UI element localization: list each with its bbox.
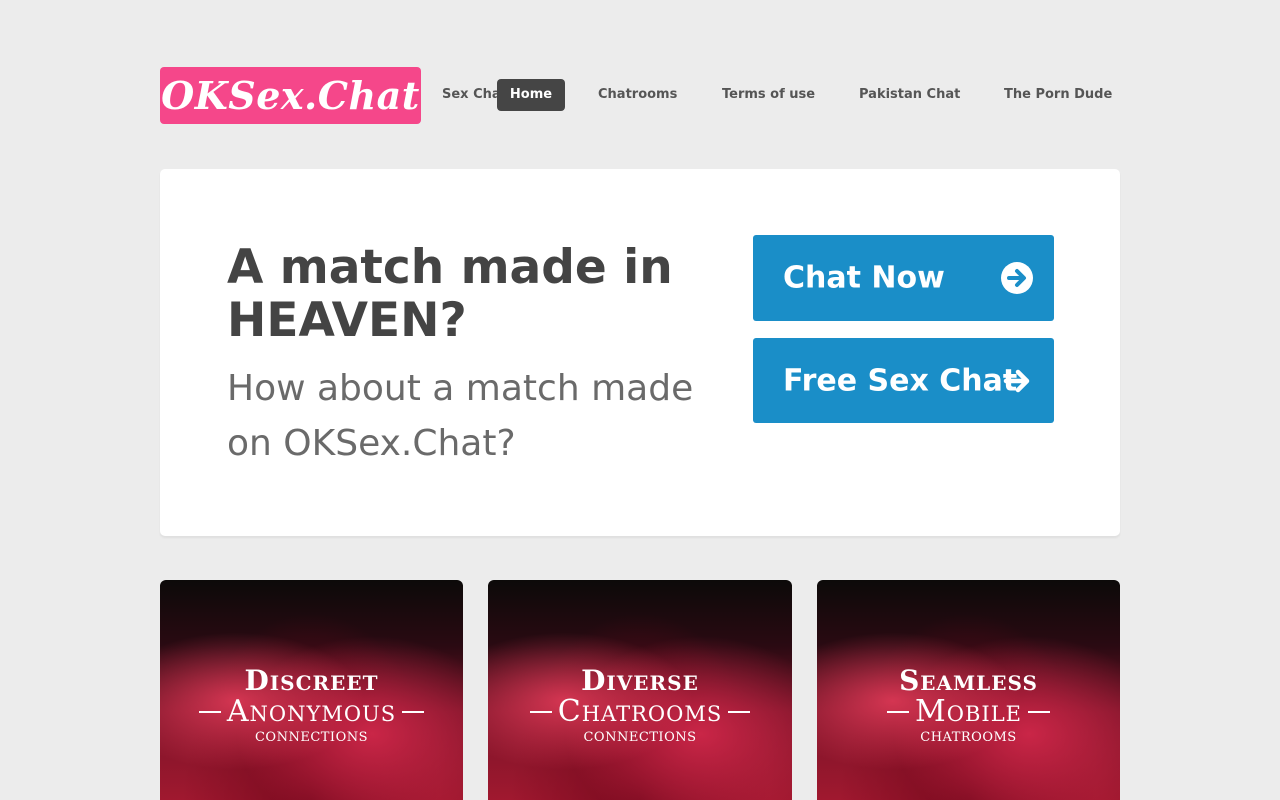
- feature-tile-diverse[interactable]: Diverse Chatrooms connections: [488, 580, 792, 800]
- nav-sex-chat[interactable]: Sex Chat: [442, 79, 500, 111]
- divider: [198, 711, 221, 713]
- tile-caption: Seamless Mobile chatrooms: [817, 666, 1120, 746]
- arrow-right-circle-icon: [1001, 262, 1033, 294]
- nav-the-porn-dude[interactable]: The Porn Dude: [1004, 79, 1112, 111]
- tile-line3: chatrooms: [920, 730, 1017, 745]
- tile-line2: Chatrooms: [488, 696, 792, 728]
- nav-chatrooms[interactable]: Chatrooms: [598, 79, 677, 111]
- hero-subtitle: How about a match made on OKSex.Chat?: [227, 368, 694, 464]
- feature-tile-discreet[interactable]: Discreet Anonymous connections: [160, 580, 463, 800]
- arrow-right-icon: [1003, 369, 1030, 392]
- tile-line1: Seamless: [899, 664, 1038, 697]
- tile-line1: Discreet: [244, 664, 379, 697]
- tile-line2: Mobile: [817, 696, 1120, 728]
- tile-caption: Discreet Anonymous connections: [160, 666, 463, 746]
- nav-terms-of-use[interactable]: Terms of use: [722, 79, 815, 111]
- tile-line2-text: Chatrooms: [557, 694, 723, 729]
- site-logo[interactable]: OKSex.Chat: [160, 67, 421, 124]
- divider: [402, 711, 425, 713]
- tile-line3: connections: [254, 730, 369, 745]
- free-sex-chat-label: Free Sex Chat: [783, 363, 1018, 398]
- nav-home[interactable]: Home: [497, 79, 565, 111]
- feature-tile-seamless[interactable]: Seamless Mobile chatrooms: [817, 580, 1120, 800]
- chat-now-button[interactable]: Chat Now: [753, 235, 1054, 321]
- hero-title: A match made in HEAVEN?: [227, 240, 673, 348]
- chat-now-label: Chat Now: [783, 260, 945, 296]
- tile-line2: Anonymous: [160, 696, 463, 728]
- nav-pakistan-chat[interactable]: Pakistan Chat: [859, 79, 960, 111]
- divider: [728, 711, 751, 713]
- tile-line3: connections: [583, 730, 697, 745]
- tile-line1: Diverse: [581, 664, 699, 697]
- tile-line2-text: Mobile: [915, 694, 1022, 729]
- free-sex-chat-button[interactable]: Free Sex Chat: [753, 338, 1054, 423]
- tile-line2-text: Anonymous: [226, 694, 397, 729]
- divider: [529, 711, 552, 713]
- divider: [1027, 711, 1050, 713]
- page: OKSex.Chat Sex Chat Home Chatrooms Terms…: [0, 0, 1280, 800]
- tile-caption: Diverse Chatrooms connections: [488, 666, 792, 746]
- divider: [887, 711, 910, 713]
- hero-card: A match made in HEAVEN? How about a matc…: [160, 169, 1120, 536]
